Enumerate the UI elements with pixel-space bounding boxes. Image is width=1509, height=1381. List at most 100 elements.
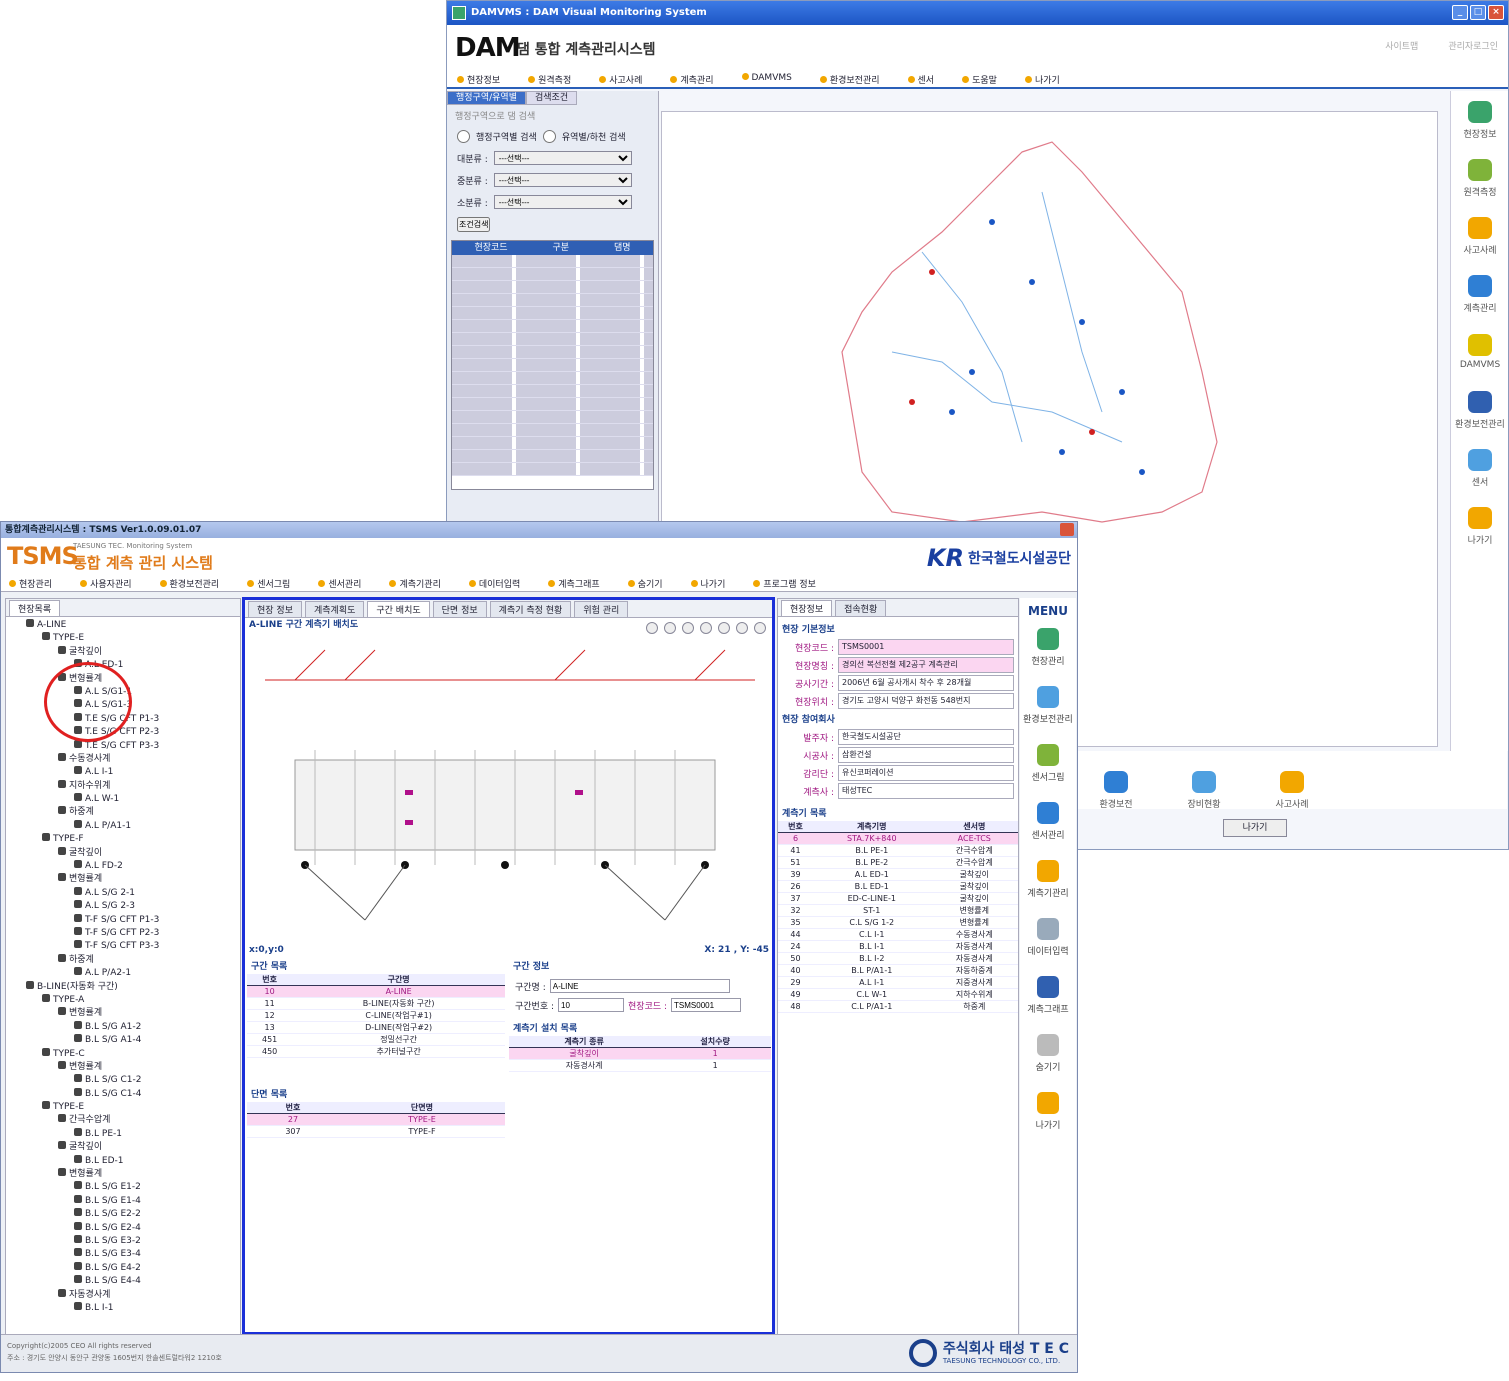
tree-node[interactable]: TYPE-E xyxy=(10,632,240,645)
tree-node[interactable]: B.L S/G E2-4 xyxy=(10,1221,240,1235)
table-row[interactable]: 44 C.L I-1 수동경사계 xyxy=(778,928,1018,941)
result-row[interactable] xyxy=(452,320,653,333)
tree-node[interactable]: B.L S/G E1-4 xyxy=(10,1194,240,1208)
tree-node[interactable]: A.L S/G 2-3 xyxy=(10,900,240,913)
sec-name-field[interactable] xyxy=(549,979,730,993)
sec-no-field[interactable] xyxy=(558,998,625,1012)
tab-region[interactable]: 행정구역/유역별 xyxy=(447,91,526,105)
tree-node[interactable]: T.E S/G CFT P3-3 xyxy=(10,739,240,753)
tree-node[interactable]: 간극수압계 xyxy=(10,1114,240,1127)
tree-node[interactable]: B.L S/G E1-2 xyxy=(10,1181,240,1194)
tsms-menu-item[interactable]: 데이터입력 xyxy=(468,577,520,590)
table-row[interactable]: 29 A.L I-1 지중경사계 xyxy=(778,976,1018,989)
tsms-right-menu-item[interactable]: 나가기 xyxy=(1020,1082,1076,1140)
tsms-right-menu-item[interactable]: 계측그래프 xyxy=(1020,966,1076,1024)
dam-menu-item[interactable]: DAMVMS xyxy=(741,73,792,83)
tree-node[interactable]: B.L S/G E4-2 xyxy=(10,1261,240,1275)
tsms-menu-item[interactable]: 현장관리 xyxy=(9,577,52,590)
tsms-right-menu-item[interactable]: 현장관리 xyxy=(1020,618,1076,676)
result-row[interactable] xyxy=(452,346,653,359)
table-row[interactable]: 32 ST-1 변형률계 xyxy=(778,904,1018,917)
tree-node[interactable]: 굴착깊이 xyxy=(10,846,240,860)
result-row[interactable] xyxy=(452,424,653,437)
tree-node[interactable]: 하중계 xyxy=(10,953,240,967)
tree-node[interactable]: 하중계 xyxy=(10,806,240,819)
tree-node[interactable]: 수동경사계 xyxy=(10,752,240,766)
result-row[interactable] xyxy=(452,385,653,398)
result-row[interactable] xyxy=(452,281,653,294)
tree-node[interactable]: A.L P/A2-1 xyxy=(10,967,240,980)
center-tab[interactable]: 구간 배치도 xyxy=(367,601,430,617)
tsms-menu-item[interactable]: 센서관리 xyxy=(318,577,361,590)
tree-node[interactable]: B.L S/G A1-4 xyxy=(10,1034,240,1047)
result-row[interactable] xyxy=(452,450,653,463)
section-layout-drawing[interactable] xyxy=(255,640,765,940)
table-row[interactable]: 11 B-LINE(자동화 구간) xyxy=(247,997,505,1010)
site-code-field[interactable] xyxy=(671,998,742,1012)
tsms-menu-item[interactable]: 환경보전관리 xyxy=(159,577,219,590)
result-row[interactable] xyxy=(452,307,653,320)
filter-select[interactable]: ---선택--- xyxy=(493,173,632,187)
company-value[interactable]: 태성TEC xyxy=(838,783,1014,799)
dam-bottom-item[interactable]: 환경보전 xyxy=(1087,761,1145,819)
company-value[interactable]: 한국철도시설공단 xyxy=(838,729,1014,745)
tree-node[interactable]: TYPE-A xyxy=(10,993,240,1007)
tree-node[interactable]: 굴착깊이 xyxy=(10,1141,240,1154)
tsms-menu-item[interactable]: 나가기 xyxy=(690,577,725,590)
dam-right-menu-item[interactable]: 계측관리 xyxy=(1451,265,1509,323)
tsms-right-menu-item[interactable]: 센서그림 xyxy=(1020,734,1076,792)
dam-right-menu-item[interactable]: 나가기 xyxy=(1451,497,1509,555)
tree-node[interactable]: A.L FD-2 xyxy=(10,860,240,873)
export-icon[interactable] xyxy=(718,622,730,634)
basic-info-value[interactable]: 경의선 복선전철 제2공구 계측관리 xyxy=(838,657,1014,673)
dam-menu-item[interactable]: 사고사례 xyxy=(599,73,642,86)
dam-right-menu-item[interactable]: 원격측정 xyxy=(1451,149,1509,207)
tree-node[interactable]: T-F S/G CFT P2-3 xyxy=(10,926,240,940)
tree-node[interactable]: B.L S/G C1-2 xyxy=(10,1074,240,1087)
refresh-icon[interactable] xyxy=(682,622,694,634)
tree-node[interactable]: 변형률계 xyxy=(10,1168,240,1181)
minimize-button[interactable]: _ xyxy=(1452,5,1468,20)
tree-node[interactable]: A.L S/G 2-1 xyxy=(10,886,240,900)
tsms-menu-item[interactable]: 계측그래프 xyxy=(548,577,600,590)
table-row[interactable]: 40 B.L P/A1-1 자동하중계 xyxy=(778,964,1018,977)
tree-node[interactable]: TYPE-C xyxy=(10,1047,240,1061)
result-row[interactable] xyxy=(452,437,653,450)
dam-menu-item[interactable]: 환경보전관리 xyxy=(819,73,880,86)
tree-node[interactable]: B.L S/G A1-2 xyxy=(10,1020,240,1034)
table-row[interactable]: 굴착깊이 1 xyxy=(509,1047,771,1060)
tab-site-list[interactable]: 현장목록 xyxy=(9,600,61,616)
table-row[interactable]: 41 B.L PE-1 간극수압계 xyxy=(778,844,1018,857)
table-row[interactable]: 24 B.L I-1 자동경사계 xyxy=(778,940,1018,953)
basic-info-value[interactable]: TSMS0001 xyxy=(838,639,1014,655)
basic-info-value[interactable]: 경기도 고양시 덕양구 화전동 548번지 xyxy=(838,693,1014,709)
dam-right-menu-item[interactable]: 현장정보 xyxy=(1451,91,1509,149)
condition-search-button[interactable]: 조건검색 xyxy=(457,217,491,232)
tree-node[interactable]: B.L I-1 xyxy=(10,1301,240,1315)
close-button[interactable]: × xyxy=(1488,5,1504,20)
center-tab[interactable]: 계측계획도 xyxy=(304,601,365,617)
dam-right-menu-item[interactable]: 센서 xyxy=(1451,439,1509,497)
center-tab[interactable]: 현장 정보 xyxy=(248,601,302,617)
tree-node[interactable]: A.L ED-1 xyxy=(10,659,240,672)
table-row[interactable]: 39 A.L ED-1 굴착깊이 xyxy=(778,868,1018,881)
tsms-menu-item[interactable]: 사용자관리 xyxy=(80,577,132,590)
table-row[interactable]: 12 C-LINE(작업구#1) xyxy=(247,1009,505,1022)
table-row[interactable]: 50 B.L I-2 자동경사계 xyxy=(778,952,1018,965)
basic-info-value[interactable]: 2006년 6월 공사개시 착수 후 28개월 xyxy=(838,675,1014,691)
result-row[interactable] xyxy=(452,268,653,281)
table-row[interactable]: 6 STA.7K+840 ACE-TCS xyxy=(778,832,1018,845)
tree-node[interactable]: B.L PE-1 xyxy=(10,1127,240,1141)
result-row[interactable] xyxy=(452,255,653,268)
table-row[interactable]: 26 B.L ED-1 굴착깊이 xyxy=(778,880,1018,893)
tsms-menu-item[interactable]: 프로그램 정보 xyxy=(753,577,816,590)
table-row[interactable]: 450 추가터널구간 xyxy=(247,1045,505,1058)
print-icon[interactable] xyxy=(664,622,676,634)
tree-node[interactable]: 굴착깊이 xyxy=(10,645,240,659)
table-row[interactable]: 307 TYPE-F xyxy=(247,1125,505,1138)
tree-node[interactable]: 변형률계 xyxy=(10,1007,240,1020)
table-row[interactable]: 35 C.L S/G 1-2 변형률계 xyxy=(778,916,1018,929)
dam-bottom-item[interactable]: 사고사례 xyxy=(1263,761,1321,819)
table-row[interactable]: 10 A-LINE xyxy=(247,985,505,998)
result-row[interactable] xyxy=(452,398,653,411)
